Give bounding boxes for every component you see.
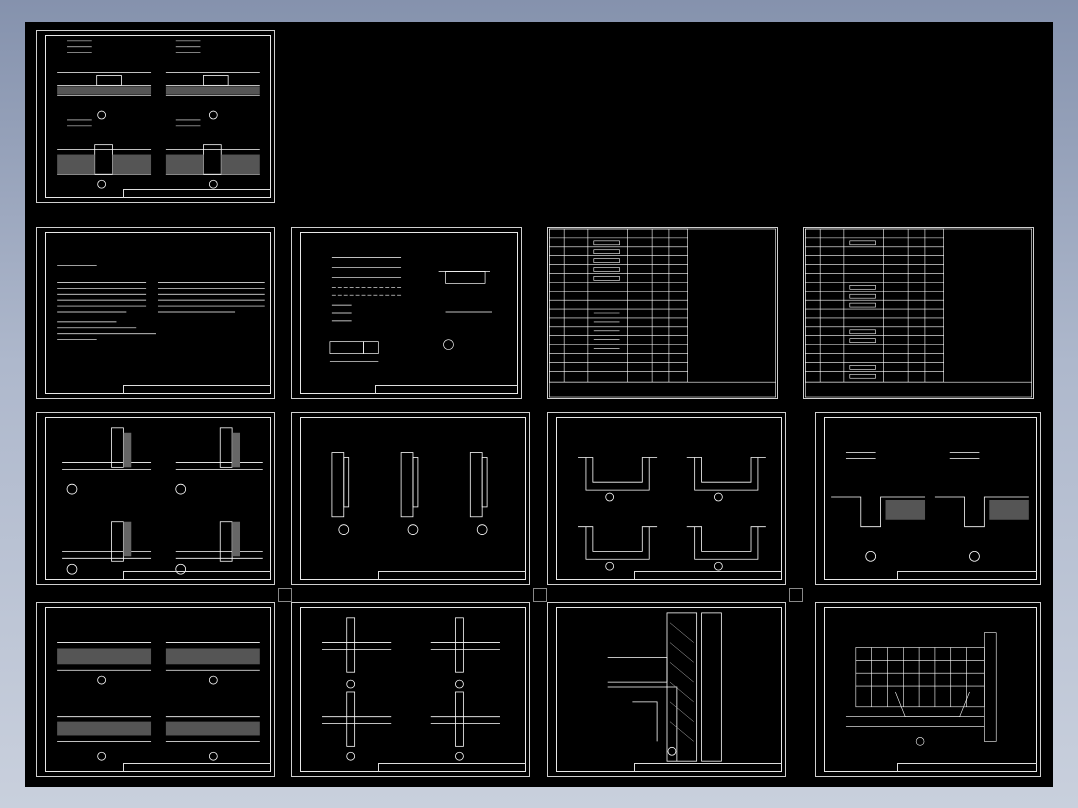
sheet-12-linework: [607, 612, 722, 762]
sheet-9-linework: [831, 452, 1029, 562]
sheet-2-notes-lines: [57, 265, 265, 341]
title-block: [375, 385, 518, 394]
title-block: [123, 385, 271, 394]
drawing-sheet-6[interactable]: [36, 412, 275, 585]
drawing-sheet-4[interactable]: [547, 227, 778, 399]
title-block: [378, 571, 526, 580]
sheet-3-legend: [329, 257, 492, 362]
title-block: [634, 571, 782, 580]
sheet-13-linework: [845, 632, 997, 746]
title-block: [897, 763, 1037, 772]
sheet-11-linework: [322, 617, 500, 761]
title-block: [634, 763, 782, 772]
sheet-5-table: [805, 228, 1032, 398]
sheet-gap-marker: [278, 588, 292, 602]
drawing-sheet-12[interactable]: [547, 602, 786, 777]
title-block: [897, 571, 1037, 580]
title-block: [123, 571, 271, 580]
title-block: [123, 189, 271, 198]
drawing-sheet-10[interactable]: [36, 602, 275, 777]
title-block: [378, 763, 526, 772]
sheet-4-table: [549, 228, 776, 398]
drawing-sheet-13[interactable]: [815, 602, 1041, 777]
sheet-10-linework: [57, 642, 260, 761]
drawing-sheet-11[interactable]: [291, 602, 530, 777]
drawing-sheet-8[interactable]: [547, 412, 786, 585]
sheet-gap-marker: [533, 588, 547, 602]
drawing-sheet-9[interactable]: [815, 412, 1041, 585]
sheet-7-linework: [331, 452, 488, 535]
sheet-gap-marker: [789, 588, 803, 602]
drawing-sheet-3[interactable]: [291, 227, 522, 399]
sheet-6-linework: [62, 427, 263, 575]
drawing-sheet-7[interactable]: [291, 412, 530, 585]
cad-model-canvas[interactable]: [25, 22, 1053, 787]
drawing-sheet-2[interactable]: [36, 227, 275, 399]
drawing-sheet-5[interactable]: [803, 227, 1034, 399]
sheet-1-linework: [57, 40, 260, 189]
sheet-8-linework: [578, 457, 766, 571]
title-block: [123, 763, 271, 772]
drawing-sheet-1[interactable]: [36, 30, 275, 203]
